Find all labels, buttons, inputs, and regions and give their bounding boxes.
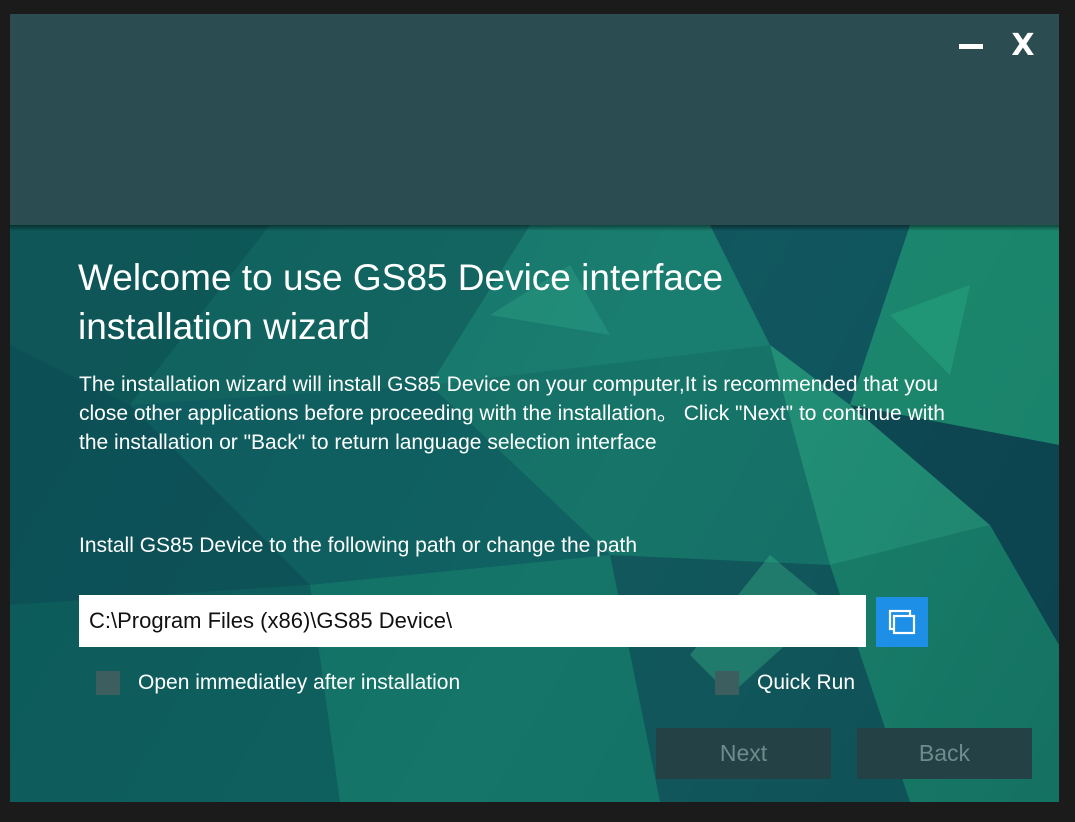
page-title: Welcome to use GS85 Device interface ins… bbox=[78, 257, 724, 347]
open-after-install-checkbox[interactable]: Open immediatley after installation bbox=[96, 671, 460, 695]
path-label: Install GS85 Device to the following pat… bbox=[79, 534, 638, 557]
wizard-content: Welcome to use GS85 Device interface ins… bbox=[10, 225, 1059, 802]
back-button[interactable]: Back bbox=[857, 728, 1032, 779]
checkbox-box[interactable] bbox=[96, 671, 120, 695]
install-path-input[interactable] bbox=[79, 595, 866, 647]
installer-window: X Welcome to use GS85 Device interface i… bbox=[10, 14, 1059, 802]
browse-folder-button[interactable] bbox=[876, 597, 928, 647]
close-button[interactable]: X bbox=[1006, 28, 1040, 64]
quick-run-label: Quick Run bbox=[757, 671, 856, 694]
folder-browse-icon bbox=[888, 609, 916, 635]
minimize-icon bbox=[959, 44, 983, 49]
next-button[interactable]: Next bbox=[656, 728, 831, 779]
checkbox-box[interactable] bbox=[715, 671, 739, 695]
title-bar[interactable]: X bbox=[10, 14, 1059, 231]
open-after-install-label: Open immediatley after installation bbox=[138, 671, 461, 694]
description-text: The installation wizard will install GS8… bbox=[79, 373, 945, 454]
quick-run-checkbox[interactable]: Quick Run bbox=[715, 671, 855, 695]
